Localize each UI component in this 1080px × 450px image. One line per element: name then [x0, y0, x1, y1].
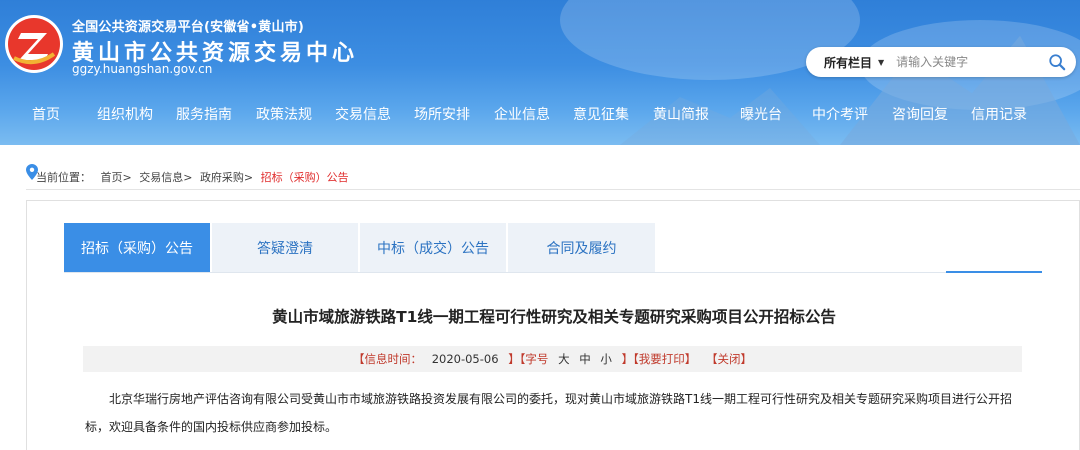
main-nav: 首页 组织机构 服务指南 政策法规 交易信息 场所安排 企业信息 意见征集 黄山…	[0, 104, 1080, 134]
nav-item-exposure[interactable]: 曝光台	[740, 104, 782, 124]
search-icon[interactable]	[1048, 53, 1066, 71]
nav-item-venue[interactable]: 场所安排	[414, 104, 470, 124]
article-body: 北京华瑞行房地产评估咨询有限公司受黄山市市域旅游铁路投资发展有限公司的委托，现对…	[85, 385, 1030, 441]
nav-item-agency-review[interactable]: 中介考评	[812, 104, 868, 124]
font-small-button[interactable]: 小	[600, 352, 612, 366]
tab-clarification[interactable]: 答疑澄清	[212, 223, 359, 272]
nav-item-home[interactable]: 首页	[32, 104, 60, 124]
breadcrumb-label: 当前位置：	[36, 171, 91, 184]
breadcrumb-gov-procurement[interactable]: 政府采购>	[200, 171, 253, 184]
article-info-bar: 【信息时间： 2020-05-06 】【字号 大 中 小 】【我要打印】 【关闭…	[83, 346, 1022, 372]
site-url: ggzy.huangshan.gov.cn	[72, 62, 213, 76]
tab-bar-accent	[946, 271, 1042, 273]
nav-item-consult-reply[interactable]: 咨询回复	[892, 104, 948, 124]
nav-item-trade-info[interactable]: 交易信息	[335, 104, 391, 124]
nav-item-briefing[interactable]: 黄山简报	[653, 104, 709, 124]
font-medium-button[interactable]: 中	[579, 352, 591, 366]
tab-contract[interactable]: 合同及履约	[508, 223, 656, 272]
font-large-button[interactable]: 大	[558, 352, 570, 366]
breadcrumb: 当前位置： 首页> 交易信息> 政府采购> 招标（采购）公告	[26, 160, 1080, 190]
search-category-select[interactable]: 所有栏目	[806, 54, 872, 71]
tab-award-notice[interactable]: 中标（成交）公告	[360, 223, 507, 272]
nav-item-enterprise[interactable]: 企业信息	[494, 104, 550, 124]
site-header: 全国公共资源交易平台(安徽省•黄山市) 黄山市公共资源交易中心 ggzy.hua…	[0, 0, 1080, 145]
close-button[interactable]: 【关闭】	[706, 352, 752, 366]
tab-bar: 招标（采购）公告 答疑澄清 中标（成交）公告 合同及履约	[64, 223, 1042, 273]
nav-item-policies[interactable]: 政策法规	[256, 104, 312, 124]
info-time-label: 【信息时间：	[353, 352, 423, 366]
caret-down-icon[interactable]: ▼	[878, 58, 884, 67]
nav-item-credit[interactable]: 信用记录	[971, 104, 1027, 124]
z-logo-icon[interactable]	[4, 14, 64, 74]
nav-item-feedback[interactable]: 意见征集	[573, 104, 629, 124]
tab-tender-notice[interactable]: 招标（采购）公告	[64, 223, 211, 272]
search-box: 所有栏目 ▼	[806, 47, 1076, 77]
article-title: 黄山市域旅游铁路T1线一期工程可行性研究及相关专题研究采购项目公开招标公告	[272, 308, 836, 326]
print-button[interactable]: 】【我要打印】	[622, 352, 697, 366]
content-panel: 招标（采购）公告 答疑澄清 中标（成交）公告 合同及履约 黄山市域旅游铁路T1线…	[26, 200, 1080, 450]
breadcrumb-current[interactable]: 招标（采购）公告	[261, 171, 349, 184]
nav-item-service-guide[interactable]: 服务指南	[176, 104, 232, 124]
search-input[interactable]	[896, 55, 1037, 69]
platform-title: 全国公共资源交易平台(安徽省•黄山市)	[72, 20, 304, 35]
info-time: 2020-05-06	[431, 352, 499, 366]
breadcrumb-home[interactable]: 首页>	[101, 171, 132, 184]
nav-item-organization[interactable]: 组织机构	[97, 104, 153, 124]
breadcrumb-trade-info[interactable]: 交易信息>	[139, 171, 192, 184]
article-paragraph: 北京华瑞行房地产评估咨询有限公司受黄山市市域旅游铁路投资发展有限公司的委托，现对…	[85, 392, 1012, 434]
font-size-label: 】【字号	[508, 352, 549, 366]
